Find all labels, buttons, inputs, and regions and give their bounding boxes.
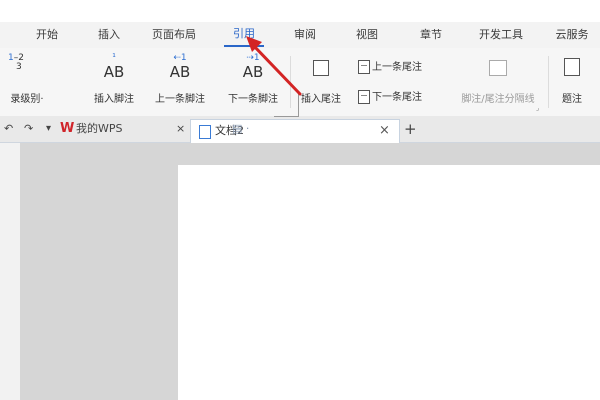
dialog-launcher-icon[interactable]: ⌟ xyxy=(536,104,539,112)
close-document-icon[interactable]: × xyxy=(379,120,390,142)
footnote-separator-label: 脚注/尾注分隔线 xyxy=(461,94,535,105)
tab-review[interactable]: 审阅 xyxy=(288,22,322,48)
document-workspace xyxy=(0,143,600,400)
redo-icon[interactable]: ↷ xyxy=(24,116,33,142)
insert-footnote-label: 插入脚注 xyxy=(94,94,134,105)
prev-endnote-icon xyxy=(358,60,370,74)
tab-page-layout[interactable]: 页面布局 xyxy=(146,22,202,48)
ribbon-references: 1–2 3 录级别· ¹ AB 插入脚注 ⇠1 AB 上一条脚注 ⇢1 AB 下一条脚… xyxy=(0,48,600,117)
my-wps-tab[interactable]: 我的WPS xyxy=(76,116,123,142)
menu-bar: 开始 插入 页面布局 引用 审阅 视图 章节 开发工具 云服务 xyxy=(0,22,600,48)
caption-button[interactable]: 题注 xyxy=(552,48,592,116)
document-tab-strip: ↶ ↷ ▾ W 我的WPS × 文档2 × + xyxy=(0,116,600,143)
page-margin-mark xyxy=(274,92,299,117)
tab-chapter[interactable]: 章节 xyxy=(414,22,448,48)
prev-endnote-button[interactable]: 上一条尾注 xyxy=(358,58,442,74)
tab-home[interactable]: 开始 xyxy=(30,22,64,48)
document-page[interactable] xyxy=(178,165,600,400)
next-footnote-icon: ⇢1 AB xyxy=(242,53,264,82)
tab-developer-tools[interactable]: 开发工具 xyxy=(472,22,530,48)
next-endnote-button[interactable]: 下一条尾注 xyxy=(358,88,442,104)
undo-icon[interactable]: ↶ xyxy=(4,116,13,142)
footnote-separator-icon xyxy=(452,54,544,84)
prev-footnote-button[interactable]: ⇠1 AB 上一条脚注 xyxy=(148,48,212,116)
quick-access-dropdown-icon[interactable]: ▾ xyxy=(46,116,51,142)
insert-footnote-icon: ¹ AB xyxy=(103,53,125,82)
footnote-separator-button[interactable]: 脚注/尾注分隔线 ⌟ xyxy=(452,48,544,116)
document-tab[interactable]: 文档2 × xyxy=(190,119,400,143)
caption-icon xyxy=(552,54,592,84)
toc-level-label: 录级别· xyxy=(10,94,44,105)
insert-endnote-button[interactable]: 插入尾注 xyxy=(292,48,350,116)
insert-endnote-icon xyxy=(292,54,350,84)
new-tab-icon[interactable]: + xyxy=(404,116,417,142)
close-my-wps-icon[interactable]: × xyxy=(176,116,185,142)
tab-references[interactable]: 引用 xyxy=(224,22,264,47)
wps-writer-window: 开始 插入 页面布局 引用 审阅 视图 章节 开发工具 云服务 1–2 3 录级… xyxy=(0,0,600,400)
paragraph-layout-icon[interactable]: ▤ · xyxy=(232,122,249,135)
toc-level-button[interactable]: 1–2 3 录级别· xyxy=(0,48,54,116)
document-icon xyxy=(199,125,211,139)
insert-footnote-button[interactable]: ¹ AB 插入脚注 xyxy=(86,48,142,116)
left-panel-strip xyxy=(0,143,20,400)
prev-endnote-label: 上一条尾注 xyxy=(372,62,422,73)
next-endnote-icon xyxy=(358,90,370,104)
toc-level-icon: 1–2 3 xyxy=(8,53,24,72)
tab-insert[interactable]: 插入 xyxy=(92,22,126,48)
tab-view[interactable]: 视图 xyxy=(350,22,384,48)
caption-label: 题注 xyxy=(562,94,582,105)
next-endnote-label: 下一条尾注 xyxy=(372,92,422,103)
tab-cloud-service[interactable]: 云服务 xyxy=(548,22,596,48)
ribbon-divider xyxy=(548,56,549,108)
wps-logo-icon: W xyxy=(60,121,75,136)
insert-endnote-label: 插入尾注 xyxy=(301,94,341,105)
prev-footnote-icon: ⇠1 AB xyxy=(169,53,191,82)
prev-footnote-label: 上一条脚注 xyxy=(155,94,205,105)
